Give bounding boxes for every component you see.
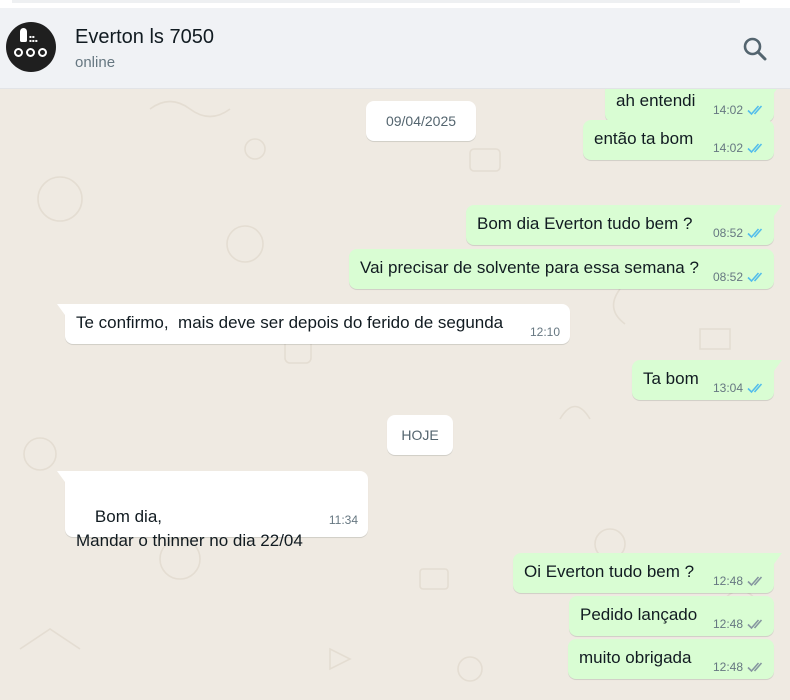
message-time: 14:02 xyxy=(712,141,743,155)
message-bubble[interactable]: Bom dia, Mandar o thinner no dia 22/04 1… xyxy=(57,471,368,550)
message-meta: 12:10 xyxy=(530,325,560,339)
message-text: Pedido lançado xyxy=(580,605,698,624)
message-bubble[interactable]: Oi Everton tudo bem ? 12:48 xyxy=(513,553,782,593)
message-text: Ta bom xyxy=(643,369,699,388)
message-text: muito obrigada xyxy=(579,648,692,667)
message-text: Oi Everton tudo bem ? xyxy=(524,562,695,581)
message-text: Vai precisar de solvente para essa seman… xyxy=(360,258,699,277)
message-time: 12:48 xyxy=(712,660,743,674)
message-meta: 13:04 xyxy=(713,381,766,395)
message-bubble[interactable]: Te confirmo, mais deve ser depois do fer… xyxy=(57,304,570,344)
message-bubble[interactable]: então ta bom 14:02 xyxy=(583,120,774,160)
browser-top-strip xyxy=(0,0,790,8)
double-check-read-icon xyxy=(747,143,763,154)
message-bubble[interactable]: Vai precisar de solvente para essa seman… xyxy=(349,249,774,289)
contact-avatar[interactable]: ▪▪ ▪▪▪ xyxy=(6,22,56,72)
message-text: Bom dia, Mandar o thinner no dia 22/04 xyxy=(76,507,303,550)
message-text: então ta bom xyxy=(594,129,694,148)
chat-header[interactable]: ▪▪ ▪▪▪ Everton ls 7050 online xyxy=(0,8,790,89)
message-meta: 14:02 xyxy=(713,103,766,117)
logo-ring-shape xyxy=(14,48,23,57)
contact-name[interactable]: Everton ls 7050 xyxy=(75,26,214,49)
message-time: 13:04 xyxy=(712,381,743,395)
message-meta: 12:48 xyxy=(713,617,766,631)
message-bubble[interactable]: ah entendi 14:02 xyxy=(605,89,782,122)
message-time: 11:34 xyxy=(328,513,358,527)
message-list[interactable]: ah entendi 14:02 09/04/2025 então ta bom… xyxy=(0,89,790,700)
double-check-read-icon xyxy=(747,383,763,394)
message-meta: 12:48 xyxy=(713,574,766,588)
message-meta: 08:52 xyxy=(713,270,766,284)
message-text: ah entendi xyxy=(616,91,696,110)
top-divider xyxy=(12,0,740,3)
double-check-delivered-icon xyxy=(747,662,763,673)
message-meta: 08:52 xyxy=(713,226,766,240)
search-icon xyxy=(743,37,767,61)
message-text: Bom dia Everton tudo bem ? xyxy=(477,214,693,233)
search-button[interactable] xyxy=(741,35,769,63)
message-bubble[interactable]: Bom dia Everton tudo bem ? 08:52 xyxy=(466,205,782,245)
message-time: 12:48 xyxy=(712,574,743,588)
message-bubble[interactable]: Ta bom 13:04 xyxy=(632,360,782,400)
message-meta: 14:02 xyxy=(713,141,766,155)
logo-ring-shape xyxy=(38,48,47,57)
message-meta: 12:48 xyxy=(713,660,766,674)
message-time: 08:52 xyxy=(712,226,743,240)
message-bubble[interactable]: muito obrigada 12:48 xyxy=(568,639,774,679)
message-time: 08:52 xyxy=(712,270,743,284)
date-separator: HOJE xyxy=(387,415,453,455)
logo-brand-mark: ▪▪ ▪▪▪ xyxy=(29,34,38,43)
double-check-delivered-icon xyxy=(747,576,763,587)
message-time: 14:02 xyxy=(712,103,743,117)
date-separator: 09/04/2025 xyxy=(366,101,476,141)
logo-ring-shape xyxy=(26,48,35,57)
message-text: Te confirmo, mais deve ser depois do fer… xyxy=(76,313,504,332)
logo-bulb-shape xyxy=(20,28,27,42)
message-bubble[interactable]: Pedido lançado 12:48 xyxy=(569,596,774,636)
double-check-delivered-icon xyxy=(747,619,763,630)
double-check-read-icon xyxy=(747,105,763,116)
message-time: 12:48 xyxy=(712,617,743,631)
contact-status: online xyxy=(75,54,116,71)
message-time: 12:10 xyxy=(529,325,560,339)
message-meta: 11:34 xyxy=(329,508,358,532)
double-check-read-icon xyxy=(747,228,763,239)
double-check-read-icon xyxy=(747,272,763,283)
